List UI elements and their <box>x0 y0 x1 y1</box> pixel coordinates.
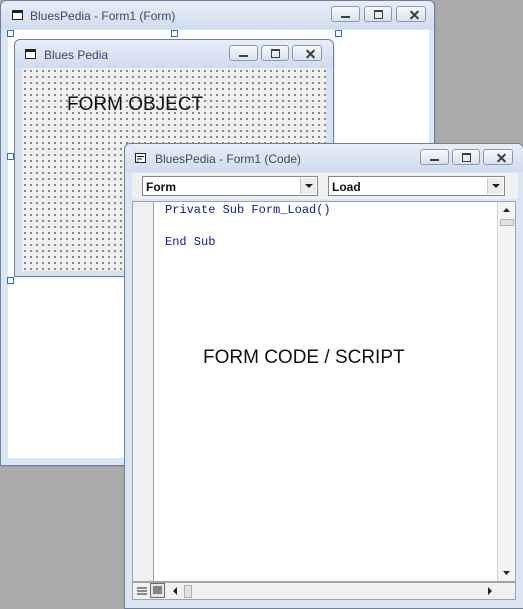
resize-handle[interactable] <box>7 277 14 284</box>
close-icon <box>484 150 512 164</box>
minimize-button[interactable] <box>331 6 360 22</box>
code-editor[interactable] <box>132 201 516 582</box>
code-line-1[interactable]: Private Sub Form_Load() <box>165 203 331 217</box>
form-object-titlebar[interactable]: Blues Pedia <box>15 40 333 68</box>
maximize-icon <box>262 46 288 60</box>
resize-handle[interactable] <box>7 30 14 37</box>
procedure-combo[interactable]: Load <box>328 176 505 196</box>
size-grip[interactable] <box>499 584 514 598</box>
object-combo[interactable]: Form <box>142 176 318 196</box>
code-line-2[interactable]: End Sub <box>165 235 215 249</box>
code-window-title: BluesPedia - Form1 (Code) <box>155 152 302 166</box>
form-designer-titlebar[interactable]: BluesPedia - Form1 (Form) <box>1 1 434 29</box>
scroll-right-icon <box>488 587 492 595</box>
form-object-title: Blues Pedia <box>44 48 109 62</box>
chevron-down-icon[interactable] <box>487 178 503 194</box>
maximize-icon <box>453 150 479 164</box>
code-window-caption: FORM CODE / SCRIPT <box>203 347 405 368</box>
code-window-icon <box>135 153 146 163</box>
maximize-button[interactable] <box>364 6 392 22</box>
procedure-view-icon <box>137 587 147 595</box>
form-icon <box>12 10 23 20</box>
bottom-bar <box>132 582 516 600</box>
maximize-button[interactable] <box>261 45 289 61</box>
code-window-titlebar[interactable]: BluesPedia - Form1 (Code) <box>125 144 523 172</box>
close-icon <box>397 7 425 21</box>
resize-handle[interactable] <box>7 153 14 160</box>
scroll-down-button[interactable] <box>499 565 514 580</box>
scroll-down-icon <box>503 571 510 575</box>
full-module-view-icon <box>153 586 162 594</box>
procedure-view-button[interactable] <box>135 584 149 598</box>
form-designer-title: BluesPedia - Form1 (Form) <box>30 9 176 23</box>
scroll-thumb[interactable] <box>500 219 514 226</box>
resize-handle[interactable] <box>171 30 178 37</box>
full-module-view-button[interactable] <box>150 583 165 598</box>
close-button[interactable] <box>292 45 322 61</box>
scroll-up-button[interactable] <box>499 203 514 218</box>
margin-indicator-bar <box>133 202 154 581</box>
minimize-icon <box>230 46 257 60</box>
resize-handle[interactable] <box>335 30 342 37</box>
minimize-button[interactable] <box>420 149 449 165</box>
scroll-right-button[interactable] <box>483 584 497 598</box>
form-object-caption: FORM OBJECT <box>67 94 204 115</box>
maximize-button[interactable] <box>452 149 480 165</box>
close-icon <box>293 46 321 60</box>
scroll-up-icon <box>503 208 510 212</box>
procedure-combo-value: Load <box>332 180 361 194</box>
horizontal-scroll-thumb[interactable] <box>184 585 192 598</box>
chevron-down-icon[interactable] <box>300 178 316 194</box>
minimize-button[interactable] <box>229 45 258 61</box>
minimize-icon <box>421 150 448 164</box>
maximize-icon <box>365 7 391 21</box>
form-icon <box>25 49 36 59</box>
close-button[interactable] <box>396 6 426 22</box>
close-button[interactable] <box>483 149 513 165</box>
scroll-left-button[interactable] <box>168 584 182 598</box>
vertical-scrollbar[interactable] <box>497 202 515 581</box>
object-combo-value: Form <box>146 180 176 194</box>
scroll-left-icon <box>173 587 177 595</box>
minimize-icon <box>332 7 359 21</box>
